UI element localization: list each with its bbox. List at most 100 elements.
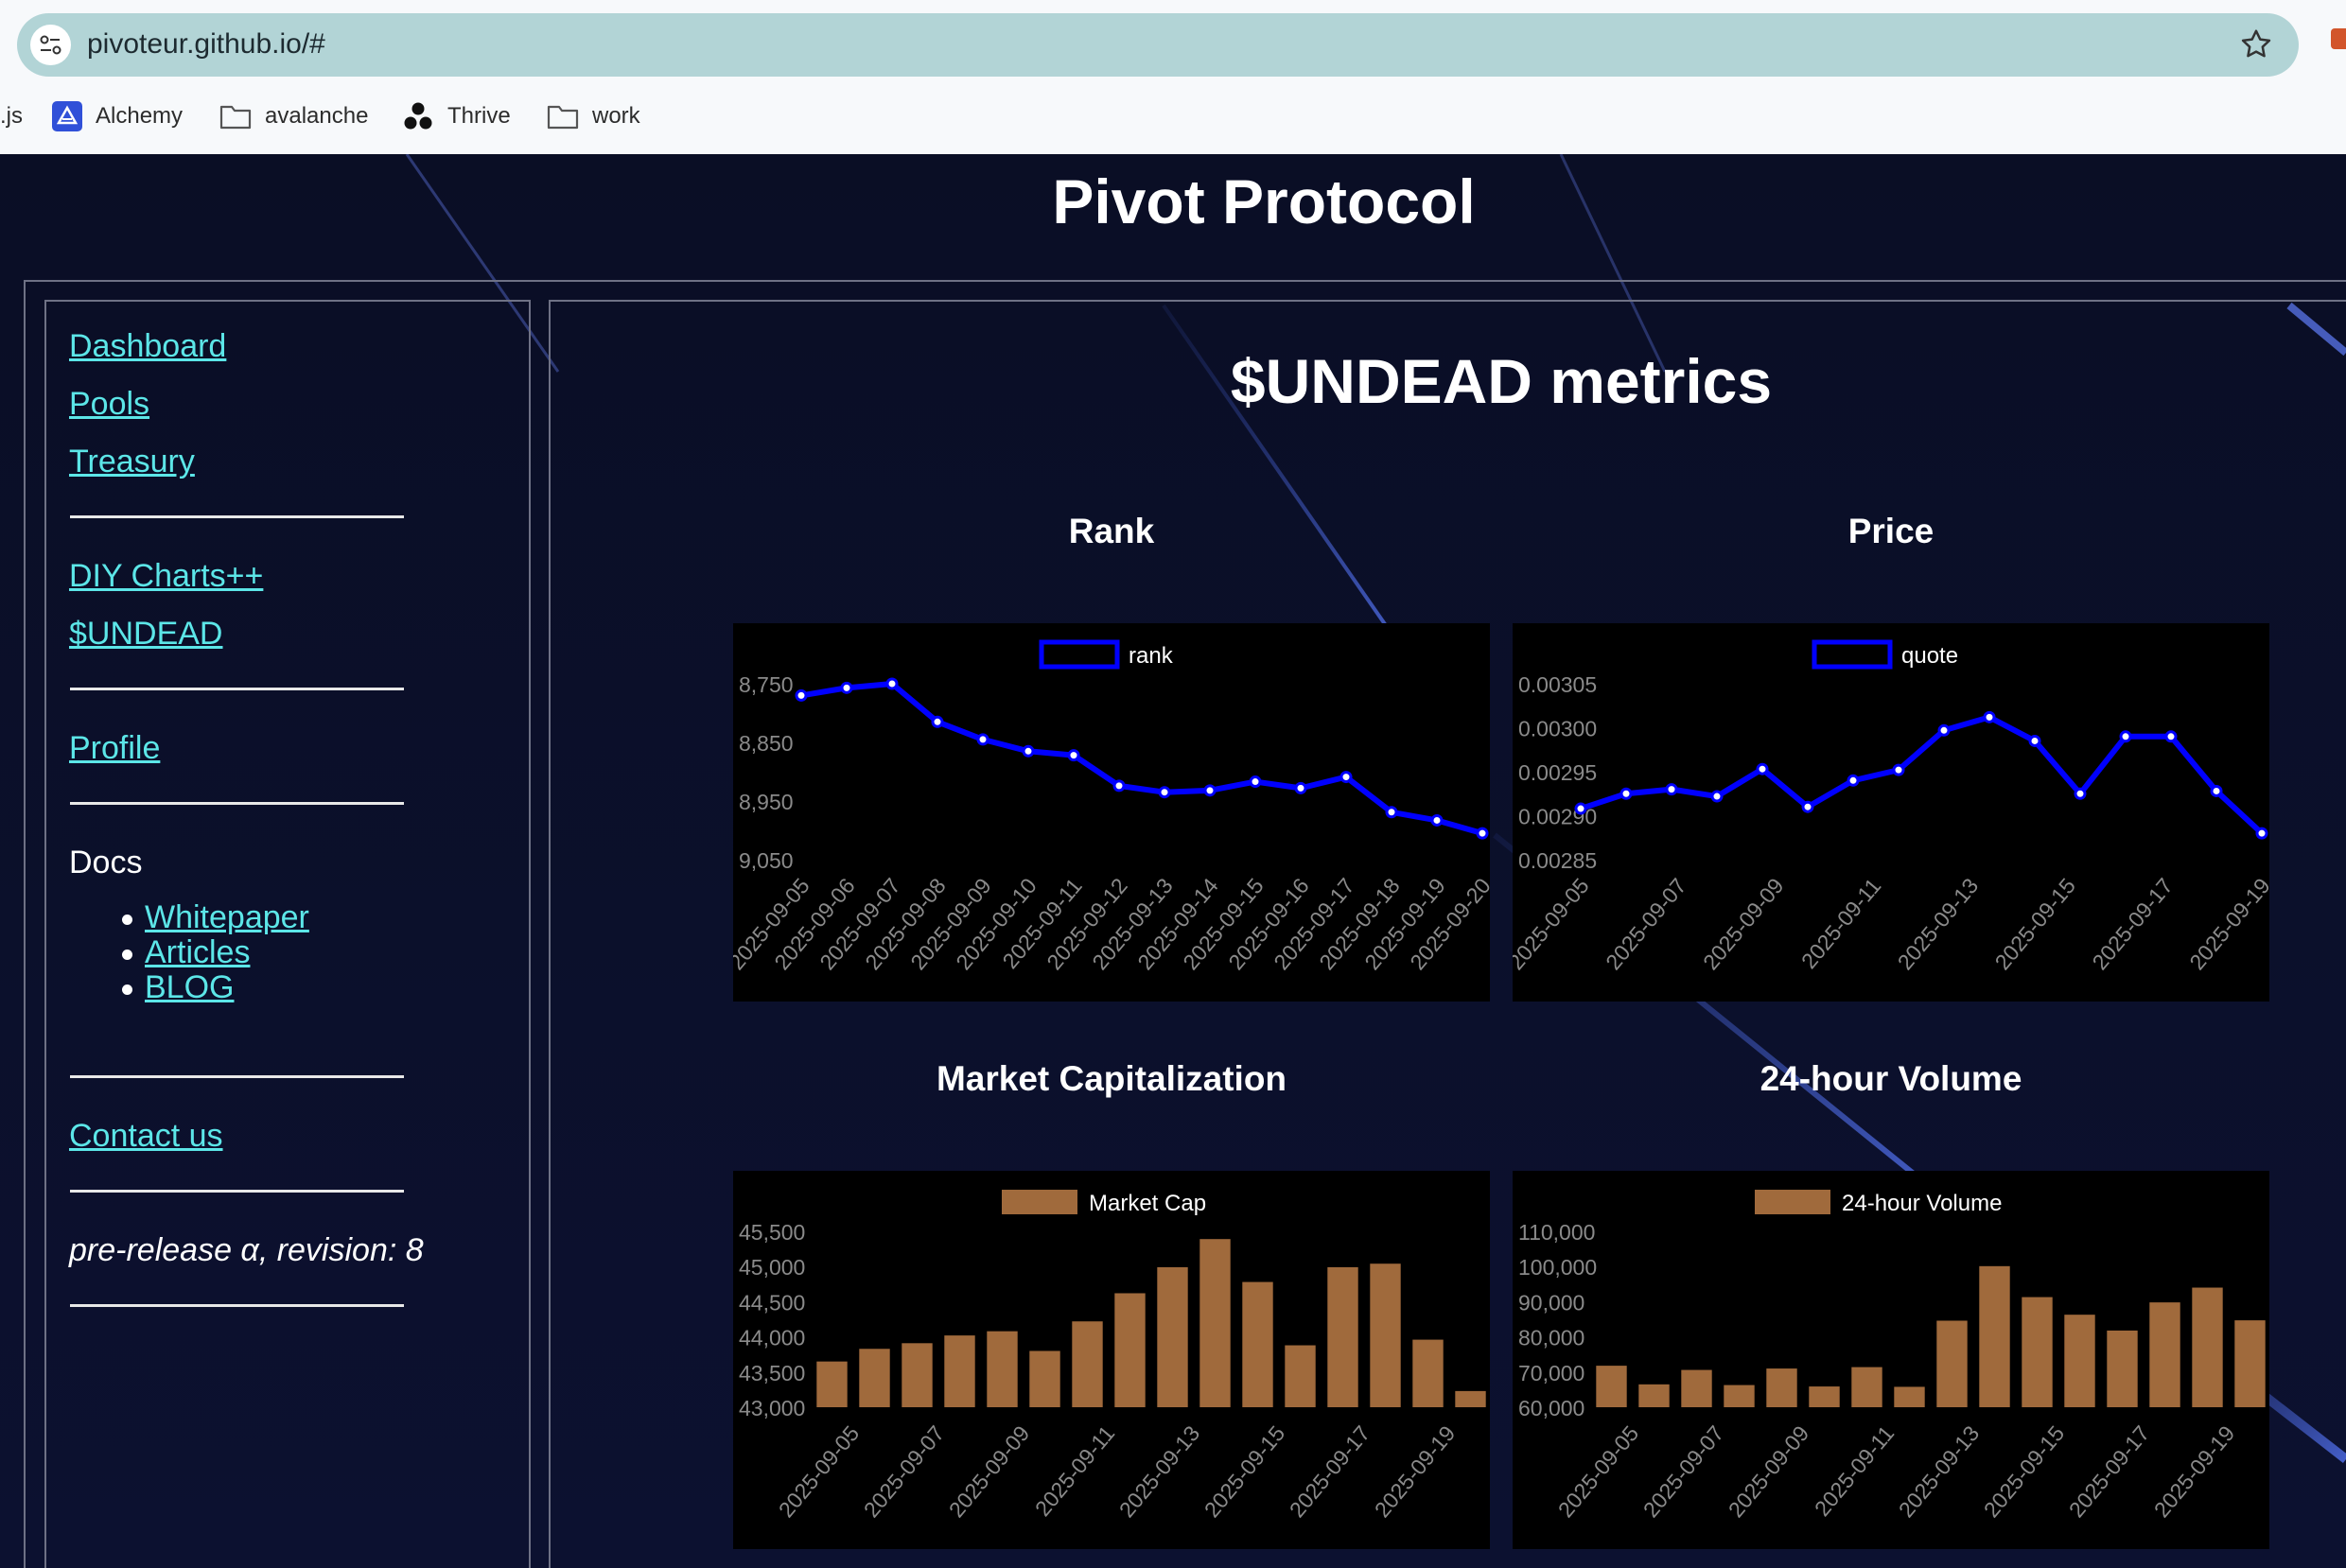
y-tick-label: 70,000 bbox=[1518, 1361, 1584, 1385]
sidebar-link-pools[interactable]: Pools bbox=[69, 386, 149, 423]
data-point bbox=[840, 681, 853, 694]
url-text[interactable]: pivoteur.github.io/# bbox=[87, 28, 325, 61]
data-point bbox=[931, 715, 944, 728]
list-bullet bbox=[122, 950, 132, 960]
thrive-icon bbox=[404, 102, 432, 130]
chart-price[interactable]: quote 0.00305 0.00300 0.00295 0.00290 0.00285… bbox=[1513, 623, 2269, 1002]
x-tick-label: 2025-09-17 bbox=[2064, 1421, 2155, 1523]
x-tick-label: 2025-09-11 bbox=[1796, 874, 1885, 974]
chart-svg: Market Cap 45,500 45,000 44,500 44,000 43,500… bbox=[739, 1190, 1486, 1523]
bar bbox=[1327, 1266, 1358, 1407]
series-line bbox=[800, 681, 1483, 836]
x-tick-label: 2025-09-15 bbox=[1199, 1421, 1290, 1523]
data-point bbox=[1710, 790, 1724, 803]
site-title: Pivot Protocol bbox=[1052, 166, 1476, 236]
legend-swatch bbox=[1755, 1190, 1830, 1214]
data-point bbox=[1756, 762, 1769, 775]
data-point bbox=[1619, 787, 1633, 800]
bookmark-thrive[interactable]: Thrive bbox=[402, 97, 511, 135]
chart-market-cap[interactable]: Market Cap 45,500 45,000 44,500 44,000 43,500… bbox=[733, 1171, 1490, 1549]
sidebar-link-profile[interactable]: Profile bbox=[69, 730, 160, 767]
bar bbox=[1809, 1386, 1840, 1407]
chart-rank[interactable]: rank 8,750 8,850 8,950 9,050 2025-09-05 2025-0… bbox=[733, 623, 1490, 1002]
bar bbox=[1072, 1321, 1103, 1407]
data-point bbox=[2255, 827, 2268, 840]
data-point bbox=[976, 733, 989, 746]
data-point bbox=[795, 688, 808, 702]
bookmark-avalanche[interactable]: avalanche bbox=[219, 97, 368, 135]
legend-swatch bbox=[1002, 1190, 1077, 1214]
bar bbox=[1766, 1368, 1797, 1407]
y-tick-label: 0.00285 bbox=[1518, 848, 1597, 873]
bar bbox=[902, 1343, 933, 1407]
sidebar: Dashboard Pools Treasury DIY Charts++ $U… bbox=[44, 300, 531, 1568]
data-point bbox=[1249, 775, 1262, 789]
x-tick-label: 2025-09-09 bbox=[1724, 1421, 1814, 1523]
bar bbox=[2022, 1297, 2053, 1407]
bar bbox=[1596, 1366, 1627, 1407]
sidebar-link-contact[interactable]: Contact us bbox=[69, 1118, 223, 1155]
bar bbox=[1455, 1390, 1486, 1407]
browser-chrome: pivoteur.github.io/# .js Alchemy avalanc… bbox=[0, 0, 2346, 154]
sidebar-divider bbox=[70, 802, 404, 805]
data-point bbox=[1339, 771, 1353, 784]
y-tick-label: 0.00295 bbox=[1518, 760, 1597, 785]
y-tick-label: 43,000 bbox=[739, 1396, 805, 1420]
x-tick-label: 2025-09-15 bbox=[1990, 874, 2081, 975]
y-tick-label: 44,000 bbox=[739, 1326, 805, 1350]
docs-link-blog[interactable]: BLOG bbox=[145, 969, 234, 1006]
address-bar[interactable]: pivoteur.github.io/# bbox=[17, 13, 2299, 77]
sidebar-link-treasury[interactable]: Treasury bbox=[69, 444, 195, 480]
y-tick-label: 9,050 bbox=[739, 848, 794, 873]
bar bbox=[1199, 1239, 1231, 1407]
docs-link-whitepaper[interactable]: Whitepaper bbox=[145, 899, 309, 936]
x-tick-label: 2025-09-19 bbox=[1370, 1421, 1461, 1523]
data-point bbox=[1574, 802, 1587, 815]
data-point bbox=[1892, 763, 1905, 776]
sidebar-link-dashboard[interactable]: Dashboard bbox=[69, 328, 226, 365]
x-tick-label: 2025-09-05 bbox=[774, 1421, 865, 1523]
folder-icon bbox=[219, 105, 252, 130]
extension-icon[interactable] bbox=[2331, 28, 2346, 49]
data-point bbox=[1476, 827, 1489, 840]
data-point bbox=[885, 677, 899, 690]
y-tick-label: 8,950 bbox=[739, 790, 794, 814]
y-tick-label: 90,000 bbox=[1518, 1290, 1584, 1315]
bookmark-star-icon[interactable] bbox=[2238, 26, 2274, 62]
y-tick-label: 0.00300 bbox=[1518, 717, 1597, 741]
docs-link-articles[interactable]: Articles bbox=[145, 934, 250, 971]
bar bbox=[1242, 1281, 1273, 1407]
x-tick-label: 2025-09-17 bbox=[1285, 1421, 1375, 1523]
y-tick-label: 43,500 bbox=[739, 1361, 805, 1385]
bar bbox=[1114, 1293, 1146, 1407]
bar bbox=[2234, 1320, 2266, 1407]
bookmark-js[interactable]: .js bbox=[0, 97, 23, 135]
sidebar-divider bbox=[70, 1075, 404, 1078]
x-tick-label: 2025-09-13 bbox=[1894, 1421, 1985, 1523]
bookmark-work[interactable]: work bbox=[547, 97, 640, 135]
legend-label: quote bbox=[1901, 643, 1958, 669]
legend-swatch bbox=[1039, 639, 1120, 670]
bar bbox=[1370, 1263, 1401, 1407]
x-tick-label: 2025-09-07 bbox=[1638, 1421, 1729, 1523]
y-tick-label: 110,000 bbox=[1518, 1220, 1595, 1245]
bar bbox=[2149, 1302, 2180, 1407]
data-point bbox=[1022, 744, 1035, 758]
sidebar-link-undead[interactable]: $UNDEAD bbox=[69, 616, 222, 653]
bookmark-label: .js bbox=[0, 103, 23, 129]
sidebar-link-diy-charts[interactable]: DIY Charts++ bbox=[69, 558, 263, 595]
sidebar-divider bbox=[70, 515, 404, 518]
data-point bbox=[1203, 784, 1217, 797]
bar bbox=[816, 1361, 848, 1407]
alchemy-icon bbox=[52, 101, 82, 131]
x-tick-label: 2025-09-05 bbox=[1553, 1421, 1644, 1523]
bar bbox=[1638, 1384, 1670, 1407]
data-point bbox=[1665, 783, 1678, 796]
bar bbox=[2192, 1287, 2223, 1407]
sidebar-divider bbox=[70, 688, 404, 690]
chart-volume[interactable]: 24-hour Volume 110,000 100,000 90,000 80,000… bbox=[1513, 1171, 2269, 1549]
bookmark-alchemy[interactable]: Alchemy bbox=[52, 97, 183, 135]
x-tick-label: 2025-09-13 bbox=[1114, 1421, 1205, 1523]
legend-label: rank bbox=[1129, 643, 1174, 669]
site-settings-icon[interactable] bbox=[30, 25, 71, 65]
